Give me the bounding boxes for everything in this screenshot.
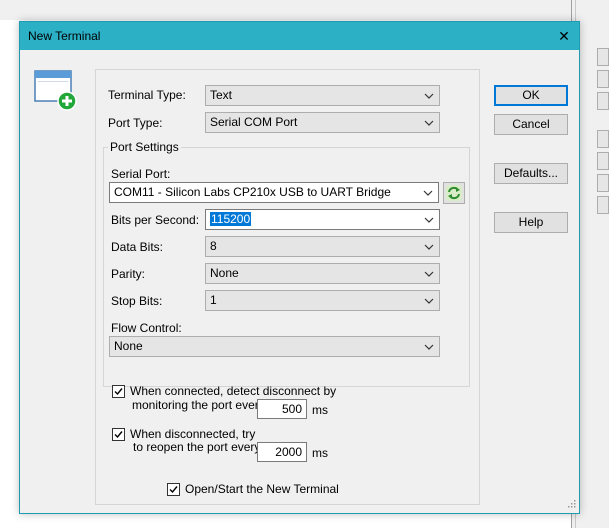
close-icon: ✕ <box>558 28 570 44</box>
chevron-down-icon <box>424 271 434 277</box>
background-tab <box>597 152 609 170</box>
bits-per-second-select[interactable]: 115200 <box>205 209 440 230</box>
cancel-button[interactable]: Cancel <box>494 114 568 135</box>
background-tab <box>597 130 609 148</box>
open-start-label: Open/Start the New Terminal <box>185 482 339 496</box>
background-tab <box>597 70 609 88</box>
stop-bits-label: Stop Bits: <box>111 294 163 308</box>
serial-port-select[interactable]: COM11 - Silicon Labs CP210x USB to UART … <box>109 182 439 203</box>
monitor-interval-input[interactable]: 500 <box>257 399 307 419</box>
reopen-interval-unit: ms <box>312 446 328 460</box>
data-bits-value: 8 <box>210 239 217 253</box>
chevron-down-icon <box>424 298 434 304</box>
detect-disconnect-checkbox[interactable] <box>112 385 125 398</box>
new-terminal-dialog: New Terminal ✕ Terminal Type: Text Port … <box>19 21 580 514</box>
chevron-down-icon <box>424 344 434 350</box>
detect-disconnect-line2: monitoring the port every <box>132 398 265 412</box>
refresh-icon <box>446 185 462 201</box>
chevron-down-icon <box>423 190 433 196</box>
reopen-port-checkbox[interactable] <box>112 428 125 441</box>
resize-grip-icon[interactable] <box>566 500 576 510</box>
parity-select[interactable]: None <box>205 263 440 284</box>
new-terminal-icon <box>34 69 78 113</box>
reopen-interval-value: 2000 <box>275 445 302 459</box>
parity-label: Parity: <box>111 267 146 281</box>
chevron-down-icon <box>424 93 434 99</box>
bits-per-second-value: 115200 <box>210 212 252 226</box>
data-bits-label: Data Bits: <box>111 240 164 254</box>
dialog-title: New Terminal <box>28 29 101 43</box>
ok-button[interactable]: OK <box>494 85 568 106</box>
check-icon <box>114 431 123 439</box>
parity-value: None <box>210 266 239 280</box>
flow-control-select[interactable]: None <box>109 336 440 357</box>
stop-bits-select[interactable]: 1 <box>205 290 440 311</box>
background-window <box>0 0 571 20</box>
flow-control-label: Flow Control: <box>111 321 182 335</box>
check-icon <box>114 388 123 396</box>
title-bar[interactable]: New Terminal ✕ <box>20 22 579 50</box>
defaults-button[interactable]: Defaults... <box>494 163 568 184</box>
flow-control-value: None <box>114 339 143 353</box>
refresh-ports-button[interactable] <box>443 182 465 204</box>
monitor-interval-value: 500 <box>281 402 302 416</box>
background-tab <box>597 174 609 192</box>
monitor-interval-unit: ms <box>312 403 328 417</box>
port-type-value: Serial COM Port <box>210 115 298 129</box>
chevron-down-icon <box>424 120 434 126</box>
serial-port-label: Serial Port: <box>111 167 171 181</box>
stop-bits-value: 1 <box>210 293 217 307</box>
chevron-down-icon <box>424 244 434 250</box>
bits-per-second-label: Bits per Second: <box>111 213 200 227</box>
serial-port-value: COM11 - Silicon Labs CP210x USB to UART … <box>114 185 391 199</box>
terminal-type-label: Terminal Type: <box>108 88 186 102</box>
check-icon <box>169 486 178 494</box>
port-type-select[interactable]: Serial COM Port <box>205 112 440 133</box>
background-tab <box>597 92 609 110</box>
background-tab <box>597 196 609 214</box>
detect-disconnect-line1: When connected, detect disconnect by <box>130 384 337 398</box>
chevron-down-icon <box>424 217 434 223</box>
reopen-interval-input[interactable]: 2000 <box>257 442 307 462</box>
data-bits-select[interactable]: 8 <box>205 236 440 257</box>
help-button[interactable]: Help <box>494 212 568 233</box>
open-start-checkbox[interactable] <box>167 483 180 496</box>
port-type-label: Port Type: <box>108 116 163 130</box>
close-button[interactable]: ✕ <box>549 22 579 50</box>
reopen-line2: to reopen the port every <box>133 440 261 454</box>
port-settings-legend: Port Settings <box>108 140 181 154</box>
background-tab <box>597 48 609 66</box>
terminal-type-value: Text <box>210 88 233 102</box>
terminal-type-select[interactable]: Text <box>205 85 440 106</box>
reopen-line1: When disconnected, try <box>130 427 256 441</box>
